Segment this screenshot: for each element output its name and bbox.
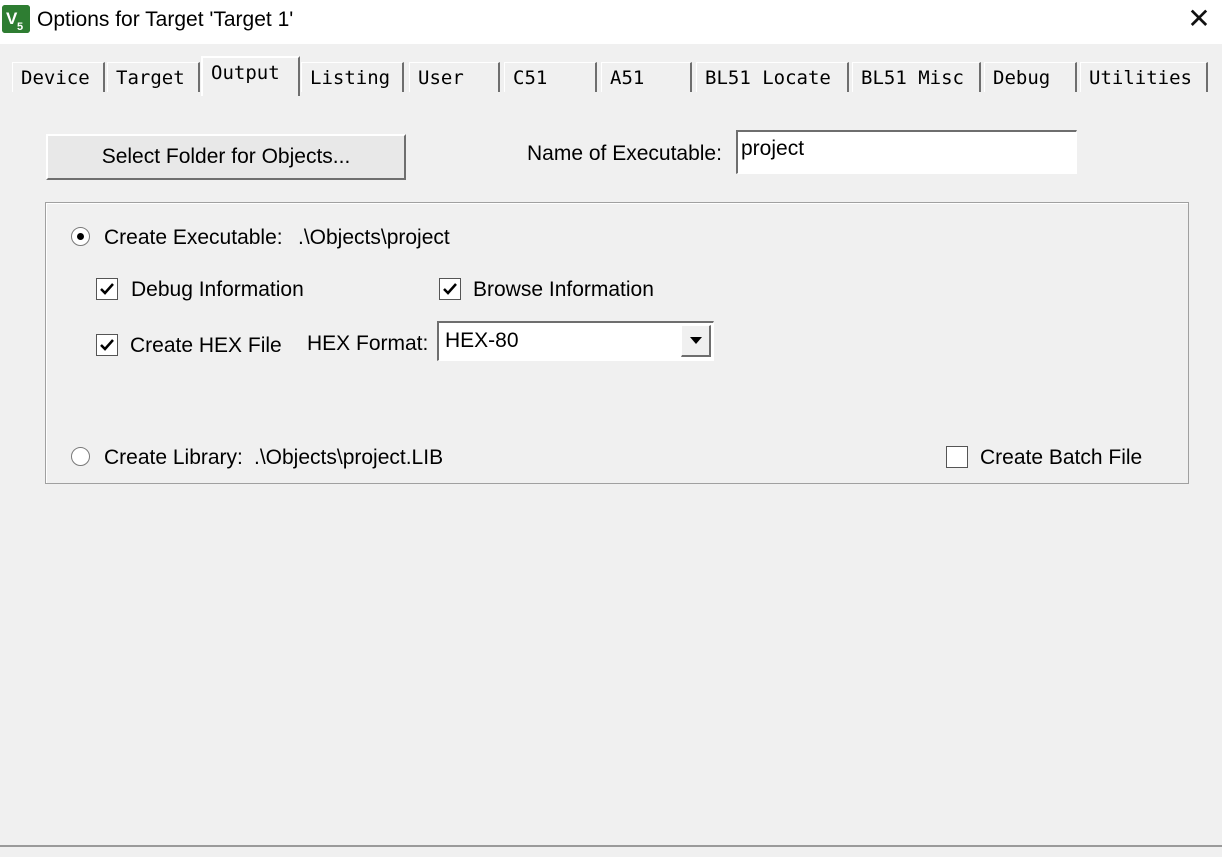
debug-information-label: Debug Information xyxy=(131,278,304,301)
tab-output[interactable]: Output xyxy=(201,56,300,96)
create-batch-file-label: Create Batch File xyxy=(980,446,1143,469)
create-library-path: .\Objects\project.LIB xyxy=(254,446,444,469)
title-bar: V 5 Options for Target 'Target 1' ✕ xyxy=(0,0,1222,44)
footer-area xyxy=(0,847,1222,857)
create-hex-file-checkbox[interactable] xyxy=(96,334,118,356)
svg-text:5: 5 xyxy=(17,21,23,33)
tab-strip: Device Target Output Listing User C51 A5… xyxy=(0,44,1222,96)
tab-user[interactable]: User xyxy=(409,62,500,92)
check-icon xyxy=(100,283,114,295)
create-library-radio[interactable] xyxy=(71,447,90,466)
select-folder-label: Select Folder for Objects... xyxy=(101,145,351,168)
create-executable-path: .\Objects\project xyxy=(298,226,450,249)
tab-target[interactable]: Target xyxy=(107,62,200,92)
radio-selected-dot xyxy=(77,233,84,240)
select-folder-button[interactable]: Select Folder for Objects... xyxy=(46,134,406,180)
check-icon xyxy=(100,339,114,351)
name-of-executable-input[interactable]: project xyxy=(736,130,1077,174)
check-icon xyxy=(443,283,457,295)
create-hex-file-label: Create HEX File xyxy=(130,334,282,357)
create-library-label: Create Library: xyxy=(104,446,243,469)
hex-format-dropdown-button[interactable] xyxy=(681,325,711,357)
browse-information-label: Browse Information xyxy=(473,278,654,301)
tab-listing[interactable]: Listing xyxy=(301,62,404,92)
hex-format-select[interactable]: HEX-80 xyxy=(437,321,714,361)
tab-a51[interactable]: A51 xyxy=(601,62,692,92)
name-of-executable-label: Name of Executable: xyxy=(527,142,722,165)
tab-c51[interactable]: C51 xyxy=(504,62,597,92)
chevron-down-icon xyxy=(690,337,702,344)
tab-utilities[interactable]: Utilities xyxy=(1080,62,1208,92)
tab-bl51-misc[interactable]: BL51 Misc xyxy=(852,62,981,92)
window-title: Options for Target 'Target 1' xyxy=(37,8,294,31)
hex-format-value: HEX-80 xyxy=(445,329,519,352)
hex-format-label: HEX Format: xyxy=(307,332,429,355)
tab-device[interactable]: Device xyxy=(12,62,105,92)
create-executable-label: Create Executable: xyxy=(104,226,283,249)
browse-information-checkbox[interactable] xyxy=(439,278,461,300)
close-icon: ✕ xyxy=(1187,3,1211,34)
tab-bl51-locate[interactable]: BL51 Locate xyxy=(696,62,849,92)
tab-debug[interactable]: Debug xyxy=(984,62,1077,92)
close-button[interactable]: ✕ xyxy=(1176,0,1222,40)
create-batch-file-checkbox[interactable] xyxy=(946,446,968,468)
create-executable-radio[interactable] xyxy=(71,227,90,246)
debug-information-checkbox[interactable] xyxy=(96,278,118,300)
uvision-icon: V 5 xyxy=(2,5,30,33)
